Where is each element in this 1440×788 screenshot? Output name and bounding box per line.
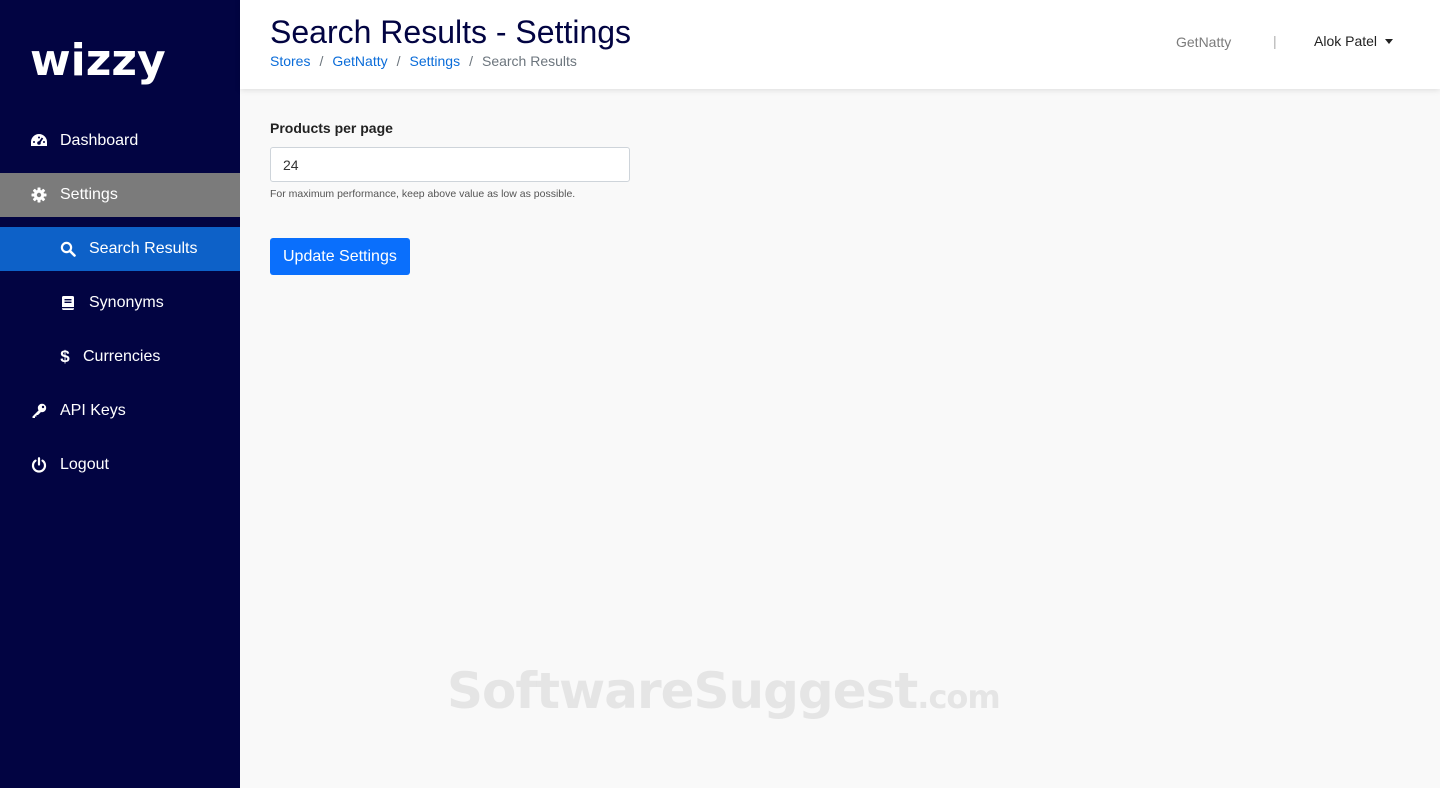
watermark-suffix: .com: [917, 678, 1000, 716]
sidebar-item-settings[interactable]: Settings: [0, 173, 240, 217]
power-icon: [30, 456, 48, 474]
sidebar-item-label: API Keys: [60, 402, 126, 419]
user-menu-dropdown[interactable]: Alok Patel: [1314, 33, 1394, 49]
breadcrumb-current: Search Results: [481, 53, 577, 69]
header-divider: |: [1273, 33, 1277, 49]
sidebar-item-search-results[interactable]: Search Results: [0, 227, 240, 271]
sidebar-item-label: Logout: [60, 456, 109, 473]
breadcrumb-separator: /: [396, 53, 401, 69]
breadcrumb-settings-link[interactable]: Settings: [410, 53, 461, 69]
sidebar-nav: Dashboard Settings Search Results Synony…: [0, 119, 240, 497]
sidebar-item-label: Dashboard: [60, 132, 139, 149]
sidebar-item-label: Synonyms: [89, 294, 164, 311]
top-header: Search Results - Settings Stores / GetNa…: [240, 0, 1440, 89]
products-per-page-input[interactable]: [270, 147, 630, 182]
breadcrumb-store-link[interactable]: GetNatty: [332, 53, 387, 69]
sidebar-item-api-keys[interactable]: API Keys: [0, 389, 240, 433]
sidebar-item-label: Currencies: [83, 348, 161, 365]
settings-form: Products per page For maximum performanc…: [270, 120, 630, 275]
dollar-icon: $: [60, 347, 70, 366]
breadcrumb-stores-link[interactable]: Stores: [270, 53, 310, 69]
book-icon: [59, 294, 77, 312]
dashboard-icon: [30, 132, 48, 150]
breadcrumb: Stores / GetNatty / Settings / Search Re…: [270, 53, 577, 69]
sidebar: wizzy Dashboard Settings Search Results …: [0, 0, 240, 788]
key-icon: [30, 402, 48, 420]
user-name: Alok Patel: [1314, 33, 1378, 49]
watermark: SoftwareSuggest.com: [447, 662, 1001, 720]
sidebar-item-logout[interactable]: Logout: [0, 443, 240, 487]
store-name[interactable]: GetNatty: [1176, 34, 1231, 50]
breadcrumb-separator: /: [469, 53, 473, 69]
breadcrumb-separator: /: [319, 53, 324, 69]
wizzy-logo[interactable]: wizzy: [30, 34, 166, 86]
update-settings-button[interactable]: Update Settings: [270, 238, 410, 275]
search-icon: [59, 240, 77, 258]
sidebar-item-label: Settings: [60, 186, 118, 203]
products-per-page-label: Products per page: [270, 120, 393, 136]
gear-icon: [30, 186, 48, 204]
sidebar-item-synonyms[interactable]: Synonyms: [0, 281, 240, 325]
watermark-text: SoftwareSuggest: [447, 662, 918, 720]
sidebar-item-dashboard[interactable]: Dashboard: [0, 119, 240, 163]
sidebar-item-label: Search Results: [89, 240, 198, 257]
sidebar-item-currencies[interactable]: $ Currencies: [0, 335, 240, 379]
help-text: For maximum performance, keep above valu…: [270, 188, 576, 200]
chevron-down-icon: [1385, 38, 1394, 44]
page-title: Search Results - Settings: [270, 14, 632, 50]
